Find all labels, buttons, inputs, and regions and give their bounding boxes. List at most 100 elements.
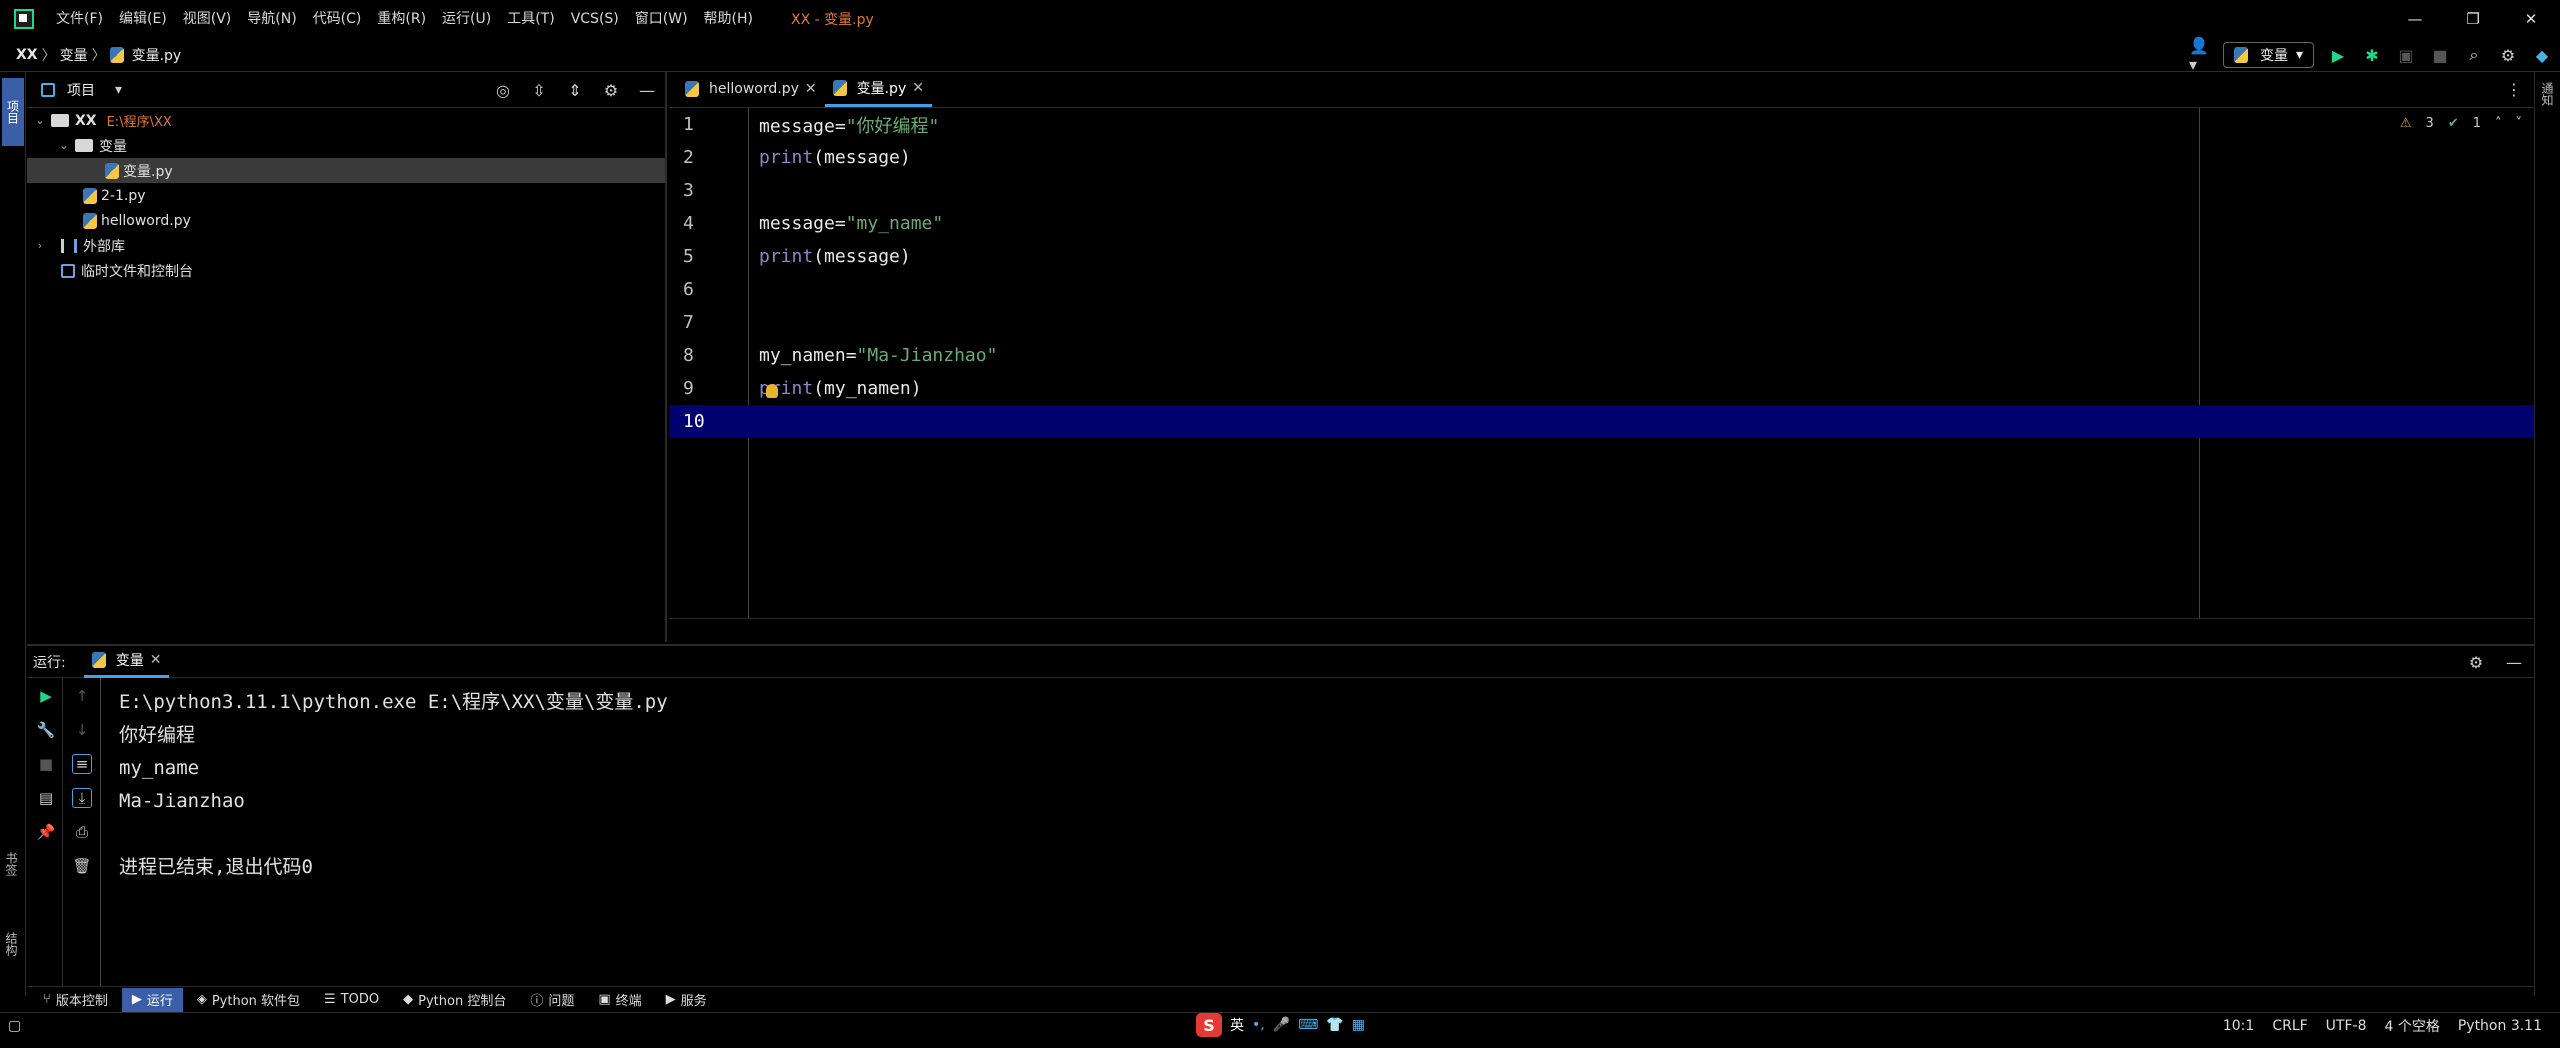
arrow-down-icon[interactable]: ↓ (72, 720, 92, 740)
structure-tool-button[interactable]: 结构 (3, 932, 20, 956)
hide-panel-icon[interactable]: — (637, 80, 657, 100)
line-separator[interactable]: CRLF (2272, 1018, 2307, 1034)
gear-icon[interactable]: ⚙ (601, 80, 621, 100)
menu-help[interactable]: 帮助(H) (696, 0, 761, 38)
chevron-right-icon[interactable]: › (33, 239, 47, 252)
soft-wrap-icon[interactable]: ≡ (72, 754, 92, 774)
gear-icon[interactable]: ⚙ (2466, 652, 2486, 672)
menu-file[interactable]: 文件(F) (48, 0, 111, 38)
tab-variable[interactable]: 变量.py ✕ (824, 71, 932, 107)
run-configuration-select[interactable]: 变量 ▾ (2222, 42, 2314, 68)
print-icon[interactable]: ⎙ (72, 822, 92, 842)
tree-item-project-root[interactable]: ⌄ XX E:\程序\XX (27, 108, 665, 133)
run-panel-label: 运行: (33, 654, 66, 671)
code-editor[interactable]: ⚠ 3 ✔ 1 ˄ ˅ 1 message="你好编程" 2 print(mes… (669, 108, 2534, 618)
microphone-icon[interactable]: 🎤 (1273, 1017, 1290, 1033)
updates-icon[interactable]: ◆ (2532, 45, 2552, 65)
menu-vcs[interactable]: VCS(S) (563, 0, 627, 38)
indent-setting[interactable]: 4 个空格 (2384, 1016, 2439, 1036)
caret-position[interactable]: 10:1 (2223, 1018, 2254, 1034)
tool-services[interactable]: ▶ 服务 (656, 988, 717, 1012)
arrow-up-icon[interactable]: ↑ (72, 686, 92, 706)
close-window-button[interactable]: ✕ (2502, 0, 2560, 38)
stop-icon[interactable]: ■ (36, 754, 56, 774)
menu-view[interactable]: 视图(V) (175, 0, 240, 38)
tab-helloword[interactable]: helloword.py ✕ (677, 71, 825, 107)
tree-item-folder[interactable]: ⌄ 变量 (27, 133, 665, 158)
trash-icon[interactable]: 🗑 (72, 856, 92, 876)
project-panel-header: 项目 ▾ ◎ ⇳ ⇕ ⚙ — (27, 72, 665, 108)
horizontal-scrollbar[interactable] (669, 618, 2534, 642)
punctuation-icon[interactable]: •, (1252, 1017, 1265, 1033)
run-icon[interactable]: ▶ (2328, 45, 2348, 65)
scroll-to-end-icon[interactable]: ⤓ (72, 788, 92, 808)
menu-window[interactable]: 窗口(W) (627, 0, 696, 38)
tool-problems[interactable]: ⓘ 问题 (520, 988, 584, 1012)
right-tool-stripe: 通知 (2534, 72, 2560, 996)
tree-item-file[interactable]: helloword.py (27, 208, 665, 233)
chevron-down-icon[interactable]: ⌄ (33, 114, 47, 127)
rerun-icon[interactable]: ▶ (36, 686, 56, 706)
toolbox-icon[interactable]: ▦ (1352, 1017, 1365, 1033)
pin-icon[interactable]: 📌 (36, 822, 56, 842)
python-file-icon (109, 46, 124, 63)
collapse-all-icon[interactable]: ⇕ (565, 80, 585, 100)
tool-label: Python 软件包 (211, 994, 301, 1009)
tool-version-control[interactable]: ⑂ 版本控制 (33, 988, 118, 1012)
tool-python-packages[interactable]: ◈ Python 软件包 (187, 988, 310, 1012)
restore-button[interactable]: ❐ (2444, 0, 2502, 38)
close-icon[interactable]: ✕ (805, 81, 817, 97)
keyboard-icon[interactable]: ⌨ (1298, 1017, 1318, 1033)
tool-python-console[interactable]: ◆ Python 控制台 (393, 988, 516, 1012)
code-text: print(message) (759, 246, 911, 267)
bookmarks-tool-button[interactable]: 书签 (3, 852, 20, 876)
gear-icon[interactable]: ⚙ (2498, 45, 2518, 65)
menu-code[interactable]: 代码(C) (305, 0, 370, 38)
breadcrumb-folder[interactable]: 变量 (56, 45, 92, 65)
tree-item-scratches[interactable]: 临时文件和控制台 (27, 258, 665, 283)
line-number: 7 (683, 312, 694, 333)
tree-item-file[interactable]: 2-1.py (27, 183, 665, 208)
ime-mode[interactable]: 英 (1230, 1015, 1244, 1035)
tool-terminal[interactable]: ▣ 终端 (588, 988, 651, 1012)
more-vertical-icon[interactable]: ⋮ (2506, 80, 2522, 99)
menu-run[interactable]: 运行(U) (434, 0, 499, 38)
menu-navigate[interactable]: 导航(N) (239, 0, 304, 38)
toggle-panels-icon[interactable]: ▢ (8, 1018, 21, 1034)
project-tool-button[interactable]: 项目 (2, 78, 24, 146)
layout-icon[interactable]: ▤ (36, 788, 56, 808)
python-interpreter[interactable]: Python 3.11 (2458, 1018, 2542, 1034)
tree-item-external-libraries[interactable]: › 外部库 (27, 233, 665, 258)
stop-icon[interactable]: ■ (2430, 45, 2450, 65)
pycharm-logo-icon[interactable] (14, 9, 34, 29)
project-panel-title[interactable]: 项目 (67, 80, 95, 100)
tool-run[interactable]: ▶ 运行 (121, 987, 183, 1012)
notifications-tool-button[interactable]: 通知 (2539, 82, 2556, 106)
breadcrumb-project[interactable]: XX (12, 47, 42, 63)
debug-icon[interactable]: ✱ (2362, 45, 2382, 65)
user-icon[interactable]: 👤▾ (2189, 36, 2209, 74)
breadcrumb-file[interactable]: 变量.py (128, 45, 186, 65)
console-output[interactable]: E:\python3.11.1\python.exe E:\程序\XX\变量\变… (119, 686, 668, 884)
menu-edit[interactable]: 编辑(E) (111, 0, 175, 38)
tree-item-selected-file[interactable]: 变量.py (27, 158, 665, 183)
wrench-icon[interactable]: 🔧 (36, 720, 56, 740)
menu-refactor[interactable]: 重构(R) (369, 0, 434, 38)
ime-logo-icon[interactable]: S (1196, 1013, 1222, 1037)
close-icon[interactable]: ✕ (150, 652, 162, 668)
tool-todo[interactable]: ☰ TODO (314, 988, 389, 1012)
hide-panel-icon[interactable]: — (2504, 652, 2524, 672)
locate-file-icon[interactable]: ◎ (493, 80, 513, 100)
minimize-button[interactable]: — (2386, 0, 2444, 38)
skin-icon[interactable]: 👕 (1326, 1017, 1343, 1033)
expand-all-icon[interactable]: ⇳ (529, 80, 549, 100)
run-tab[interactable]: 变量 ✕ (83, 646, 170, 678)
menu-tools[interactable]: 工具(T) (499, 0, 562, 38)
search-icon[interactable]: ⌕ (2464, 45, 2484, 65)
lightbulb-icon[interactable] (766, 384, 778, 398)
file-encoding[interactable]: UTF-8 (2326, 1018, 2367, 1034)
close-icon[interactable]: ✕ (912, 80, 924, 96)
coverage-icon[interactable]: ▣ (2396, 45, 2416, 65)
chevron-down-icon[interactable]: ⌄ (57, 139, 71, 152)
chevron-down-icon[interactable]: ▾ (115, 82, 122, 98)
